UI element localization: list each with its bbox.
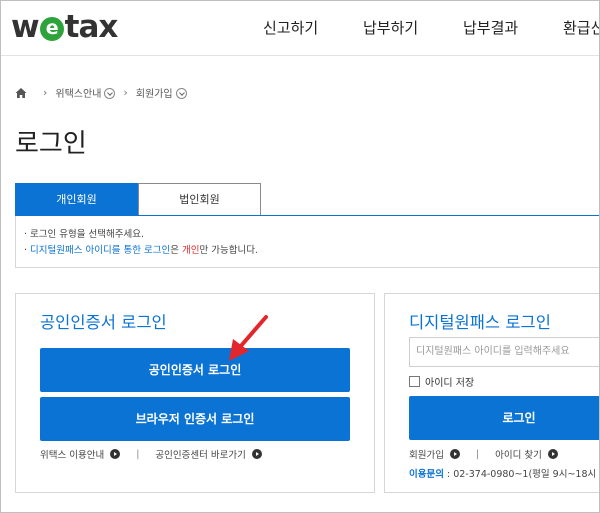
nav-pay[interactable]: 납부하기 — [363, 17, 418, 38]
notice-end-text: 만 가능합니다. — [199, 245, 258, 256]
browser-cert-login-button[interactable]: 브라우저 인증서 로그인 — [40, 397, 350, 441]
cert-title-b: 로그인 — [121, 313, 167, 332]
page-title: 로그인 — [15, 129, 87, 159]
notice-line-1: · 로그인 유형을 선택해주세요. — [24, 229, 144, 240]
pass-title-a: 디지털원패스 — [409, 313, 501, 332]
tab-individual[interactable]: 개인회원 — [15, 183, 138, 216]
contact-value: : 02-374-0980~1(평일 9시~18시 / 공 — [443, 469, 600, 480]
save-id-label: 아이디 저장 — [425, 378, 475, 389]
logo-w: w — [11, 9, 40, 45]
digital-pass-id-input[interactable]: 디지털원패스 아이디를 입력해주세요 — [409, 337, 599, 367]
breadcrumb-item-signup[interactable]: 회원가입 — [136, 85, 173, 100]
login-notice: · 로그인 유형을 선택해주세요. · 디지털원패스 아이디를 통한 로그인은 … — [15, 216, 599, 268]
notice-mid-text: 은 — [170, 245, 182, 256]
play-circle-icon[interactable] — [251, 449, 262, 459]
save-id-checkbox[interactable] — [409, 376, 420, 387]
digital-pass-login-button[interactable]: 로그인 — [409, 396, 599, 440]
breadcrumb: › 위택스안내 › 회원가입 — [15, 85, 187, 100]
link-find-id[interactable]: 아이디 찾기 — [495, 447, 542, 461]
chevron-down-icon[interactable] — [104, 88, 116, 99]
play-circle-icon[interactable] — [110, 449, 121, 459]
pass-title-b: 로그인 — [505, 313, 551, 332]
link-divider: | — [475, 448, 480, 460]
contact-info: 이용문의 : 02-374-0980~1(평일 9시~18시 / 공 — [409, 466, 600, 480]
play-circle-icon[interactable] — [547, 449, 558, 459]
notice-individual-text: 개인 — [181, 245, 200, 256]
notice-line-2: · 디지털원패스 아이디를 통한 로그인은 개인만 가능합니다. — [24, 243, 599, 259]
cert-login-title: 공인인증서 로그인 — [40, 309, 167, 333]
play-circle-icon[interactable] — [449, 449, 460, 459]
chevron-down-icon[interactable] — [175, 88, 187, 99]
pass-panel-links: 회원가입 | 아이디 찾기 — [409, 447, 558, 461]
save-id-row[interactable]: 아이디 저장 — [409, 374, 474, 389]
link-wetax-guide[interactable]: 위택스 이용안내 — [40, 447, 104, 461]
contact-label: 이용문의 — [409, 469, 444, 480]
breadcrumb-separator: › — [123, 86, 128, 99]
cert-login-button[interactable]: 공인인증서 로그인 — [40, 348, 350, 392]
digital-pass-title: 디지털원패스 로그인 — [409, 309, 551, 333]
digital-pass-panel: 디지털원패스 로그인 디지털원패스 아이디를 입력해주세요 아이디 저장 로그인… — [384, 293, 600, 493]
link-cert-center[interactable]: 공인인증센터 바로가기 — [155, 447, 245, 461]
logo-e-mark: e — [39, 17, 64, 41]
cert-panel-links: 위택스 이용안내 | 공인인증센터 바로가기 — [40, 447, 262, 461]
wetax-logo[interactable]: w e tax — [11, 9, 119, 45]
breadcrumb-item-guide[interactable]: 위택스안내 — [55, 85, 101, 100]
breadcrumb-separator: › — [43, 86, 48, 99]
link-signup[interactable]: 회원가입 — [409, 447, 444, 461]
tab-corporate[interactable]: 법인회원 — [138, 183, 261, 216]
cert-login-panel: 공인인증서 로그인 공인인증서 로그인 브라우저 인증서 로그인 위택스 이용안… — [15, 293, 375, 493]
nav-refund[interactable]: 환급신 — [563, 17, 599, 38]
cert-title-a: 공인인증서 — [40, 313, 116, 332]
notice-digital-pass-text: 디지털원패스 아이디를 통한 로그인 — [30, 245, 171, 256]
browser-frame: wetax 신고하기 납부하기 납부결과 환급신 › 위택스안내 › 회원가입 … — [0, 0, 600, 513]
annotation-arrow-icon — [229, 315, 268, 361]
nav-report[interactable]: 신고하기 — [263, 17, 318, 38]
nav-pay-result[interactable]: 납부결과 — [463, 17, 518, 38]
home-icon[interactable] — [15, 87, 27, 99]
logo-tax: tax — [64, 9, 119, 45]
link-divider: | — [136, 448, 140, 460]
site-header: wetax 신고하기 납부하기 납부결과 환급신 — [1, 1, 599, 56]
